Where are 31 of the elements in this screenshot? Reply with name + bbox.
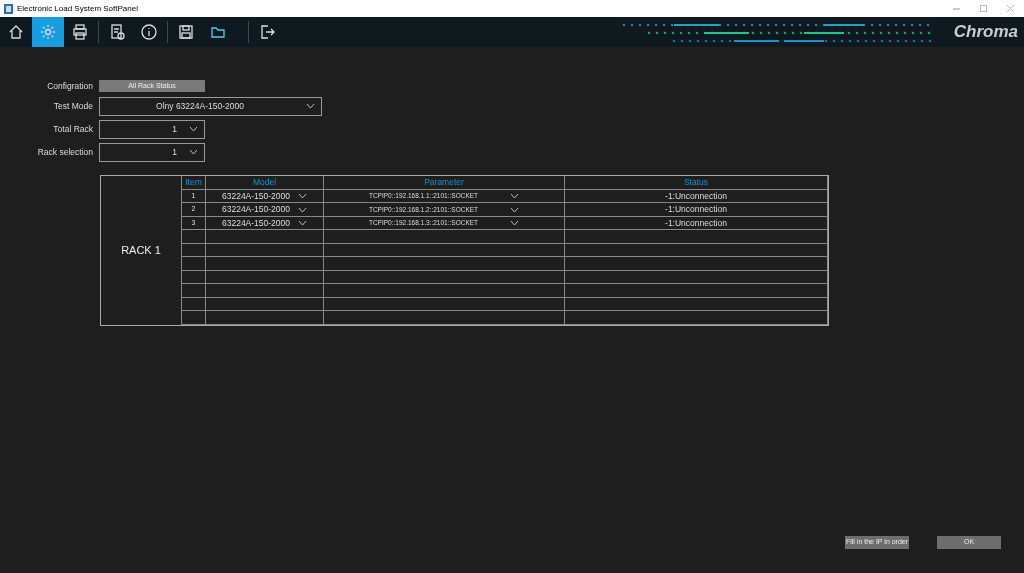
caret-icon [189,126,198,133]
logo: Chroma [952,21,1019,44]
window-title: Electronic Load System SoftPanel [17,2,138,15]
printer-icon [71,23,89,41]
document-icon [108,23,126,41]
field-label: Configration [46,80,93,93]
home-icon [7,23,25,41]
exit-icon [258,23,276,41]
model-dropdown[interactable]: 63224A-150-2000 [221,203,308,216]
rack-selection-dropdown[interactable]: 1 [99,142,205,162]
app-icon [4,3,13,14]
field-label: Test Mode [52,99,93,113]
column-header: Model [206,175,324,190]
field-label: Total Rack [52,122,93,136]
status-text: -1:Unconnection [565,189,828,204]
total-rack-dropdown[interactable]: 1 [99,119,205,139]
column-header: Parameter [324,175,565,190]
info-icon [140,23,158,41]
field-label: Rack selection [37,145,93,159]
status-text: -1:Unconnection [565,216,828,231]
caret-icon [189,149,198,156]
caret-icon [306,103,315,110]
rack-label: RACK 1 [121,243,161,258]
save-icon [177,23,195,41]
settings-icon [39,23,57,41]
model-dropdown[interactable]: 63224A-150-2000 [221,217,308,229]
column-header: Status [565,175,828,190]
test-mode-dropdown[interactable]: Olny 63224A-150-2000 [99,96,322,116]
column-header: Item [182,175,206,190]
model-dropdown[interactable]: 63224A-150-2000 [221,190,308,202]
status-text: -1:Unconnection [565,203,828,217]
